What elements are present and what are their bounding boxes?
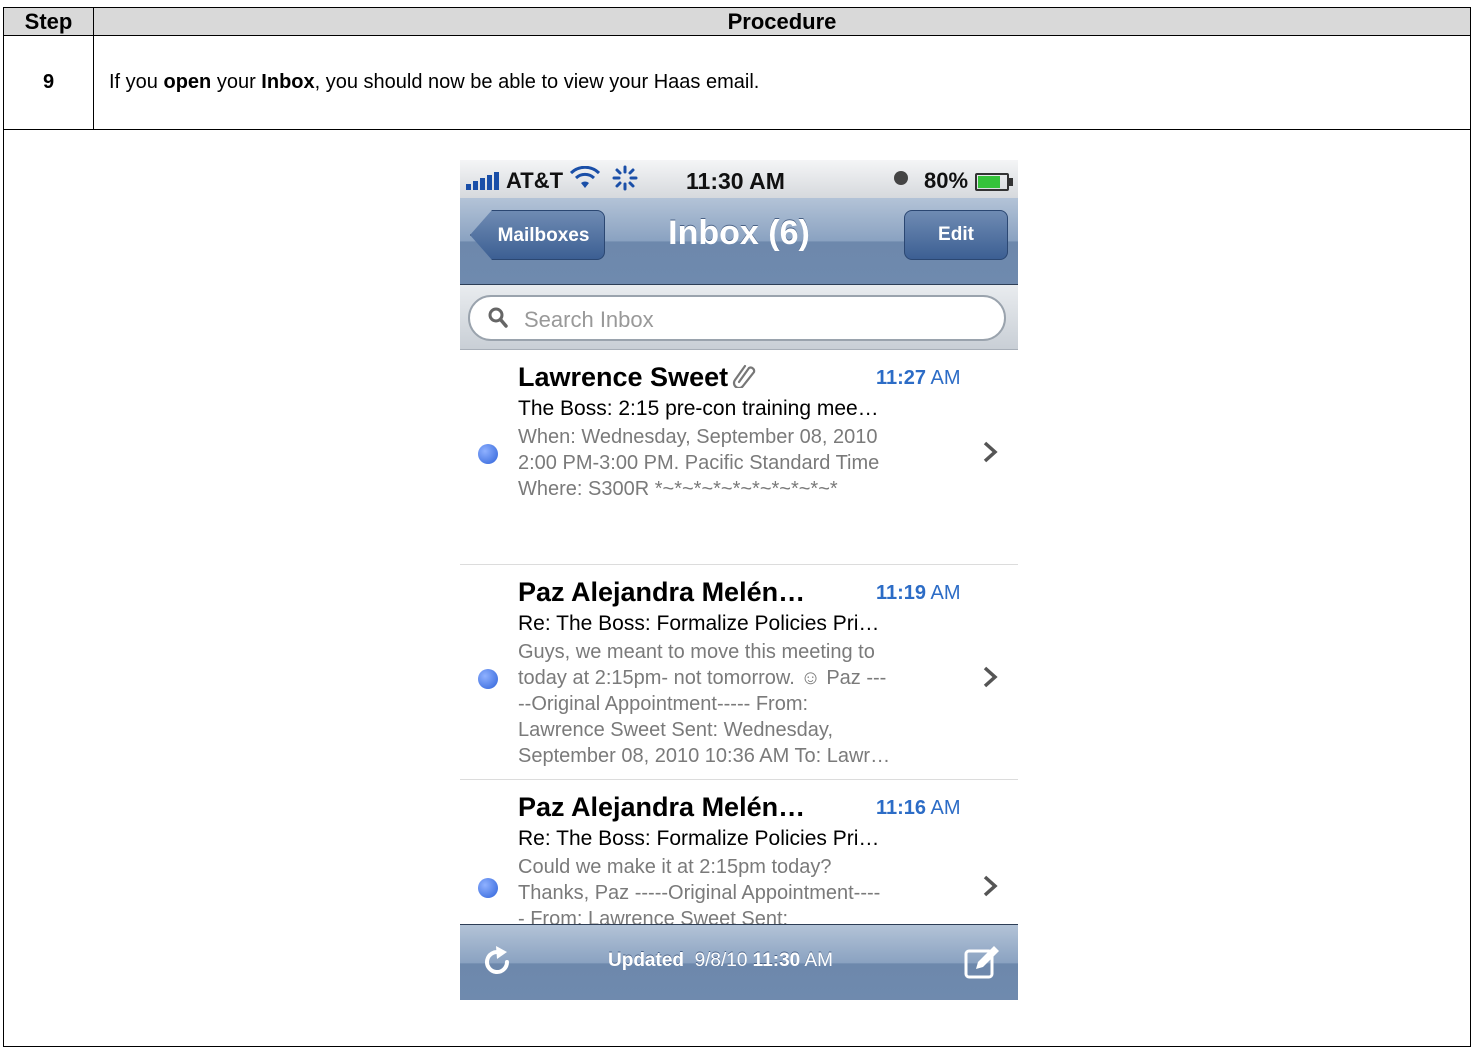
mailboxes-back-button[interactable]: Mailboxes bbox=[470, 210, 605, 260]
activity-spinner-icon bbox=[612, 165, 638, 198]
chevron-right-icon bbox=[983, 666, 998, 688]
unread-dot-icon bbox=[478, 878, 498, 898]
edit-button[interactable]: Edit bbox=[904, 210, 1008, 260]
table-header-row: Step Procedure bbox=[3, 7, 1471, 36]
paperclip-icon bbox=[733, 364, 756, 388]
battery-percent: 80% bbox=[924, 168, 969, 193]
carrier-name: AT&T bbox=[506, 168, 564, 193]
message-time: 11:27 AM bbox=[876, 367, 961, 389]
status-bar: AT&T 11:30 AM 80% bbox=[460, 160, 1018, 198]
message-row[interactable]: Lawrence Sweet 11:27 AM The Boss: 2:15 p… bbox=[460, 350, 1018, 565]
step-instruction: If you open your Inbox, you should now b… bbox=[93, 35, 1471, 130]
search-input[interactable]: Search Inbox bbox=[468, 295, 1006, 341]
header-procedure: Procedure bbox=[93, 7, 1471, 36]
compose-icon[interactable] bbox=[964, 945, 1000, 979]
search-icon bbox=[488, 307, 508, 328]
message-row[interactable]: Paz Alejandra Melén… 11:16 AM Re: The Bo… bbox=[460, 780, 1018, 930]
message-subject: Re: The Boss: Formalize Policies Pri… bbox=[518, 612, 880, 635]
step-number: 9 bbox=[3, 35, 94, 130]
unread-dot-icon bbox=[478, 669, 498, 689]
inbox-title: Inbox (6) bbox=[668, 214, 810, 252]
navigation-bar: Mailboxes Inbox (6) Edit bbox=[460, 198, 1018, 285]
chevron-right-icon bbox=[983, 875, 998, 897]
signal-icon bbox=[466, 172, 502, 190]
message-sender: Paz Alejandra Melén… bbox=[518, 792, 806, 822]
message-sender: Paz Alejandra Melén… bbox=[518, 577, 806, 607]
message-row[interactable]: Paz Alejandra Melén… 11:19 AM Re: The Bo… bbox=[460, 565, 1018, 780]
battery-icon bbox=[975, 173, 1013, 191]
status-time: 11:30 AM bbox=[686, 168, 785, 194]
updated-status: Updated 9/8/10 11:30 AM bbox=[608, 950, 833, 971]
message-time: 11:19 AM bbox=[876, 582, 961, 604]
wifi-icon bbox=[569, 165, 601, 196]
search-bar: Search Inbox bbox=[460, 285, 1018, 350]
alarm-clock-icon bbox=[894, 171, 908, 185]
message-preview: When: Wednesday, September 08, 2010 2:00… bbox=[518, 426, 880, 500]
header-step: Step bbox=[3, 7, 94, 36]
message-sender: Lawrence Sweet bbox=[518, 362, 756, 393]
message-time: 11:16 AM bbox=[876, 797, 961, 819]
bottom-toolbar: Updated 9/8/10 11:30 AM bbox=[460, 924, 1018, 1000]
search-placeholder: Search Inbox bbox=[524, 307, 654, 332]
message-preview: Could we make it at 2:15pm today? Thanks… bbox=[518, 856, 881, 930]
unread-dot-icon bbox=[478, 444, 498, 464]
message-preview: Guys, we meant to move this meeting to t… bbox=[518, 641, 891, 767]
refresh-icon[interactable] bbox=[480, 945, 514, 979]
message-subject: The Boss: 2:15 pre-con training mee… bbox=[518, 397, 879, 420]
step-row: 9 If you open your Inbox, you should now… bbox=[3, 35, 1471, 130]
iphone-mail-screenshot: AT&T 11:30 AM 80% Mailboxes Inbox (6) Ed… bbox=[460, 160, 1018, 1000]
message-subject: Re: The Boss: Formalize Policies Pri… bbox=[518, 827, 880, 850]
chevron-right-icon bbox=[983, 441, 998, 463]
